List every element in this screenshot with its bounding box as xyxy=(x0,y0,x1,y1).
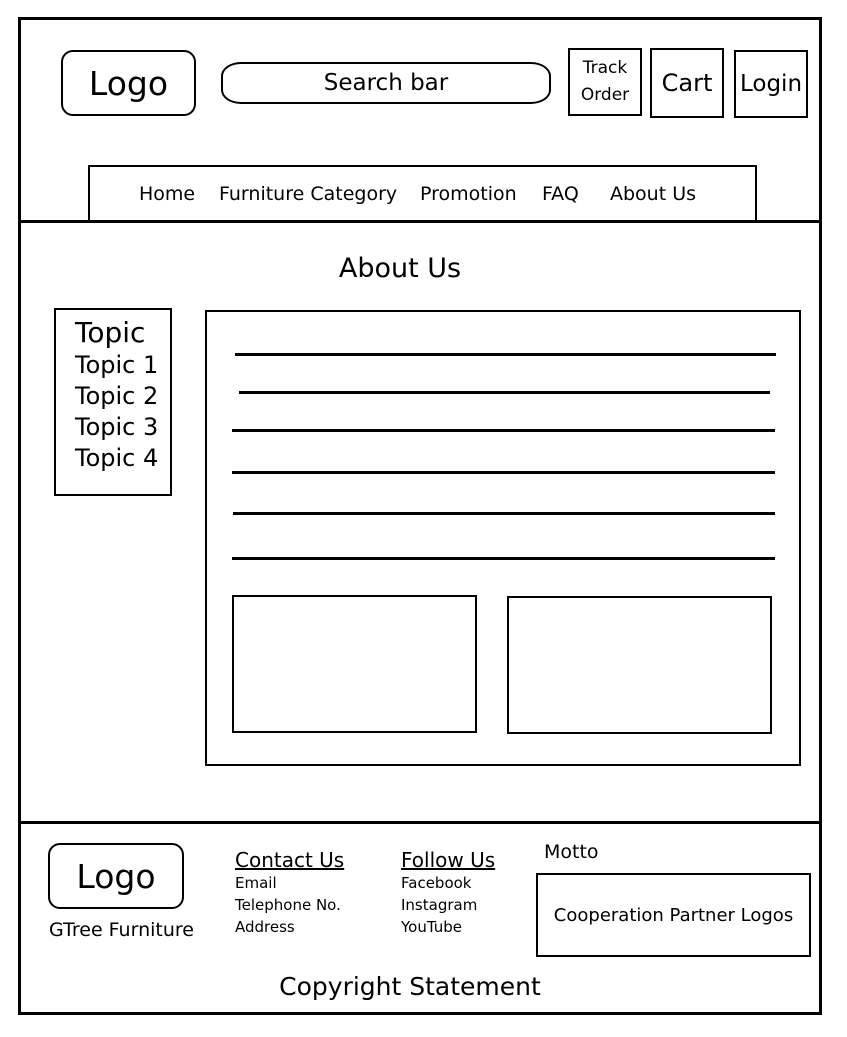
search-bar[interactable]: Search bar xyxy=(221,62,551,104)
nav-item-furniture-category[interactable]: Furniture Category xyxy=(219,183,397,205)
nav-item-faq[interactable]: FAQ xyxy=(542,183,579,205)
text-line-placeholder xyxy=(233,512,775,515)
contact-column: Contact Us Email Telephone No. Address xyxy=(235,848,344,938)
page-title: About Us xyxy=(338,252,462,284)
topic-item-2[interactable]: Topic 2 xyxy=(75,381,170,412)
cart-label: Cart xyxy=(661,69,713,97)
text-line-placeholder xyxy=(232,471,775,474)
text-line-placeholder xyxy=(232,429,775,432)
contact-address[interactable]: Address xyxy=(235,916,344,938)
header-logo[interactable]: Logo xyxy=(61,50,196,116)
footer-logo-text: Logo xyxy=(76,856,156,896)
contact-telephone[interactable]: Telephone No. xyxy=(235,894,344,916)
follow-title: Follow Us xyxy=(401,848,496,872)
login-button[interactable]: Login xyxy=(734,50,808,118)
follow-youtube[interactable]: YouTube xyxy=(401,916,495,938)
track-order-button[interactable]: Track Order xyxy=(568,48,642,116)
partner-logos: Cooperation Partner Logos xyxy=(536,873,811,957)
text-line-placeholder xyxy=(239,391,770,394)
nav-item-about-us[interactable]: About Us xyxy=(610,183,696,205)
follow-instagram[interactable]: Instagram xyxy=(401,894,495,916)
header-divider xyxy=(18,220,822,223)
contact-title: Contact Us xyxy=(235,848,345,872)
partner-logos-label: Cooperation Partner Logos xyxy=(553,904,794,926)
footer-logo[interactable]: Logo xyxy=(48,843,184,909)
header-logo-text: Logo xyxy=(88,63,169,103)
main-nav: Home Furniture Category Promotion FAQ Ab… xyxy=(88,165,757,223)
topic-item-3[interactable]: Topic 3 xyxy=(75,412,170,443)
contact-email[interactable]: Email xyxy=(235,872,344,894)
follow-column: Follow Us Facebook Instagram YouTube xyxy=(401,848,495,938)
topic-heading: Topic xyxy=(75,316,146,349)
track-order-label-line1: Track xyxy=(582,58,628,78)
copyright: Copyright Statement xyxy=(279,971,541,1001)
brand-name: GTree Furniture xyxy=(49,919,194,941)
topic-item-1[interactable]: Topic 1 xyxy=(75,350,170,381)
nav-item-home[interactable]: Home xyxy=(139,183,195,205)
content-panel xyxy=(205,310,801,766)
search-placeholder: Search bar xyxy=(323,70,449,96)
text-line-placeholder xyxy=(235,353,776,356)
image-placeholder-left xyxy=(232,595,477,733)
footer-divider xyxy=(18,821,822,824)
topic-sidebar: Topic Topic 1 Topic 2 Topic 3 Topic 4 xyxy=(54,308,172,496)
follow-facebook[interactable]: Facebook xyxy=(401,872,495,894)
topic-item-4[interactable]: Topic 4 xyxy=(75,443,170,474)
text-line-placeholder xyxy=(232,557,775,560)
image-placeholder-right xyxy=(507,596,772,734)
cart-button[interactable]: Cart xyxy=(650,48,724,118)
track-order-label-line2: Order xyxy=(580,85,630,105)
motto: Motto xyxy=(544,841,599,863)
login-label: Login xyxy=(739,71,803,97)
nav-item-promotion[interactable]: Promotion xyxy=(420,183,517,205)
